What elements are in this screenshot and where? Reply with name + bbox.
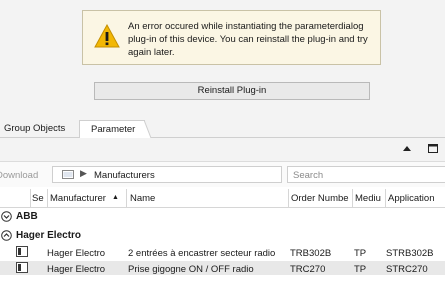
folder-icon	[62, 170, 74, 179]
cell-medium: TP	[354, 248, 367, 259]
cell-medium: TP	[354, 264, 367, 275]
device-icon	[16, 246, 28, 257]
column-header-application[interactable]: Application	[388, 193, 445, 204]
expand-group-icon[interactable]	[1, 211, 12, 222]
group-hager-electro[interactable]: Hager Electro	[16, 230, 81, 241]
cell-application: STRC270	[386, 264, 428, 275]
cell-order-number: TRB302B	[290, 248, 332, 259]
breadcrumb-manufacturers[interactable]: Manufacturers	[94, 170, 155, 181]
cell-manufacturer: Hager Electro	[47, 264, 106, 275]
cell-application: STRB302B	[386, 248, 434, 259]
cell-manufacturer: Hager Electro	[47, 248, 106, 259]
tab-parameter[interactable]: Parameter	[79, 120, 145, 138]
column-header-order-number[interactable]: Order Numbe	[291, 193, 352, 204]
column-header-name[interactable]: Name	[130, 193, 230, 204]
column-header-manufacturer[interactable]: Manufacturer	[50, 193, 114, 204]
column-separator[interactable]	[30, 189, 31, 207]
column-separator[interactable]	[47, 189, 48, 207]
sort-ascending-icon: ▲	[112, 194, 119, 201]
column-header-medium[interactable]: Mediu	[355, 193, 385, 204]
cell-name: Prise gigogne ON / OFF radio	[128, 264, 254, 275]
panel-header-strip	[0, 138, 445, 161]
error-message: An error occured while instantiating the…	[128, 21, 368, 58]
reinstall-plugin-button[interactable]: Reinstall Plug-in	[94, 82, 370, 100]
collapse-panel-icon[interactable]	[402, 145, 412, 153]
chevron-right-icon: ▶	[80, 168, 87, 178]
group-abb[interactable]: ABB	[16, 211, 38, 222]
search-placeholder: Search	[293, 170, 324, 181]
cell-name: 2 entrées à encastrer secteur radio	[128, 248, 276, 259]
tab-edge	[144, 120, 152, 138]
tab-group-objects[interactable]: Group Objects	[0, 120, 83, 137]
column-separator[interactable]	[385, 189, 386, 207]
download-button[interactable]: Download	[0, 170, 38, 181]
collapse-group-icon[interactable]	[1, 230, 12, 241]
cell-order-number: TRC270	[290, 264, 326, 275]
column-separator[interactable]	[288, 189, 289, 207]
column-separator[interactable]	[352, 189, 353, 207]
maximize-icon[interactable]	[428, 144, 438, 153]
column-separator[interactable]	[126, 189, 127, 207]
warning-icon	[94, 24, 120, 48]
device-icon	[16, 262, 28, 273]
column-header-se[interactable]: Se	[32, 193, 46, 204]
